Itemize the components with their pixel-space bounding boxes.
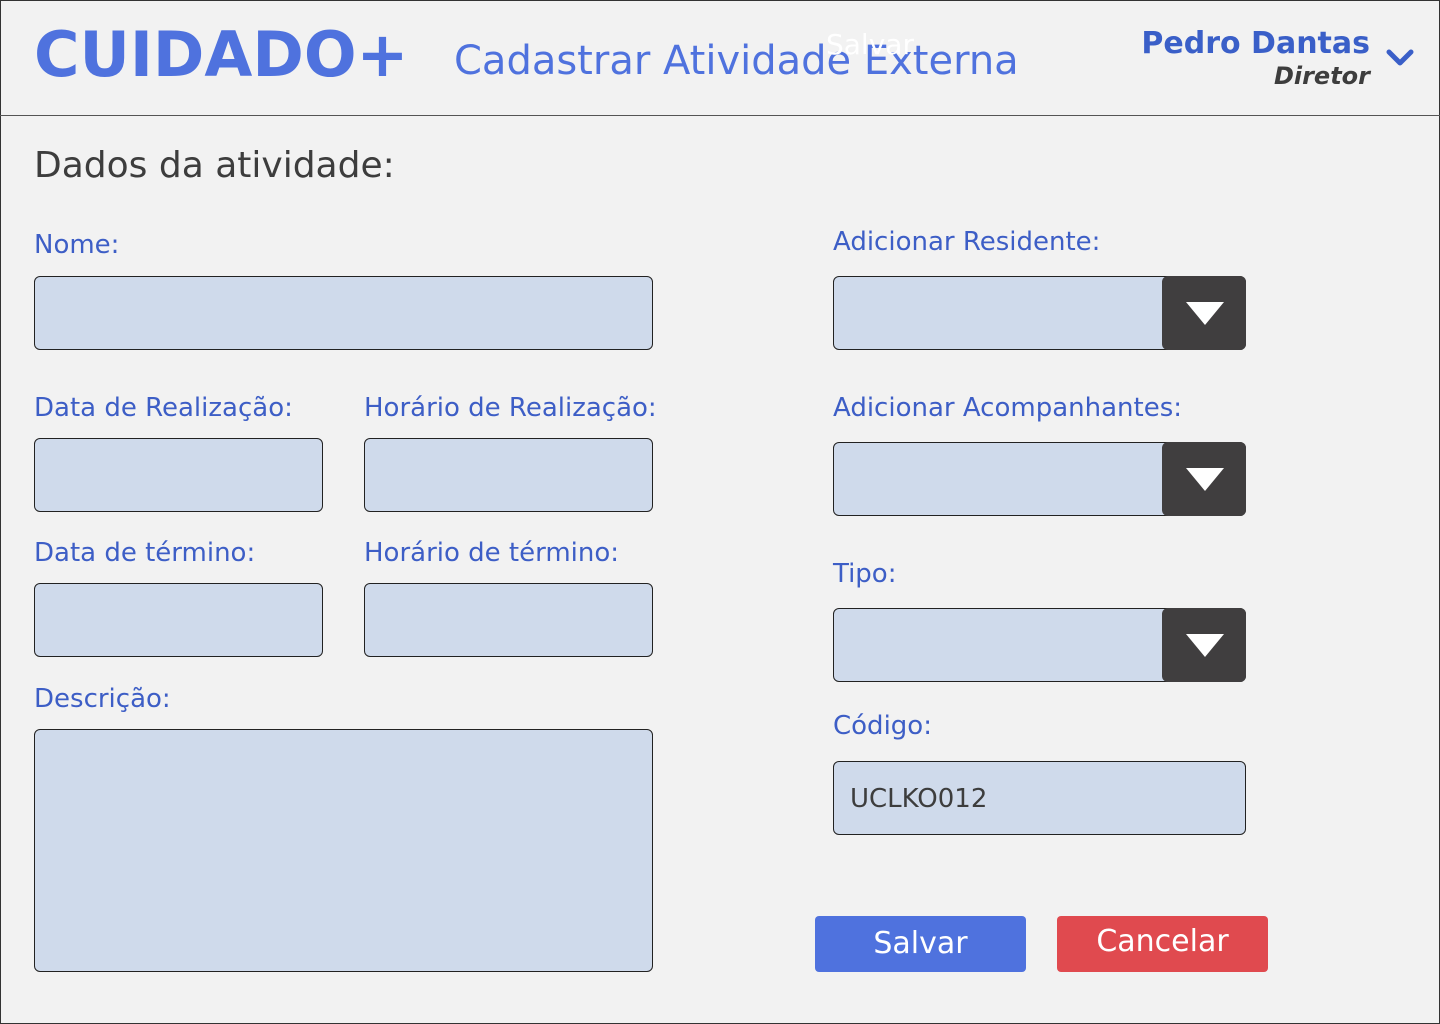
tipo-dropdown-button[interactable] — [1162, 608, 1246, 682]
section-title: Dados da atividade: — [34, 145, 395, 186]
codigo-input[interactable]: UCLKO012 — [833, 761, 1246, 835]
horario-realizacao-label: Horário de Realização: — [364, 393, 657, 423]
nome-label: Nome: — [34, 230, 120, 260]
acompanhantes-label: Adicionar Acompanhantes: — [833, 393, 1183, 423]
triangle-down-icon — [1186, 468, 1224, 491]
data-realizacao-input[interactable] — [34, 438, 323, 512]
user-role: Diretor — [1273, 62, 1370, 90]
residente-dropdown-button[interactable] — [1162, 276, 1246, 350]
horario-termino-input[interactable] — [364, 583, 653, 657]
acompanhantes-dropdown-button[interactable] — [1162, 442, 1246, 516]
acompanhantes-select[interactable] — [833, 442, 1246, 516]
descricao-label: Descrição: — [34, 684, 171, 714]
tipo-label: Tipo: — [833, 559, 897, 589]
nome-input[interactable] — [34, 276, 653, 350]
app-logo[interactable]: CUIDADO+ — [34, 18, 408, 91]
data-termino-input[interactable] — [34, 583, 323, 657]
data-realizacao-label: Data de Realização: — [34, 393, 293, 423]
horario-termino-label: Horário de término: — [364, 538, 620, 568]
residente-label: Adicionar Residente: — [833, 227, 1101, 257]
descricao-textarea[interactable] — [34, 729, 653, 972]
page-title: Cadastrar Atividade Externa — [454, 38, 1019, 84]
residente-select[interactable] — [833, 276, 1246, 350]
app-header: CUIDADO+ Cadastrar Atividade Externa Sal… — [0, 0, 1440, 116]
chevron-down-icon[interactable] — [1386, 46, 1414, 70]
data-termino-label: Data de término: — [34, 538, 256, 568]
codigo-value: UCLKO012 — [850, 784, 988, 814]
codigo-label: Código: — [833, 711, 932, 741]
user-name[interactable]: Pedro Dantas — [1141, 26, 1370, 61]
save-button[interactable]: Salvar — [815, 916, 1026, 972]
tipo-select[interactable] — [833, 608, 1246, 682]
overlay-save-text: Salvar — [826, 28, 914, 61]
triangle-down-icon — [1186, 634, 1224, 657]
triangle-down-icon — [1186, 302, 1224, 325]
horario-realizacao-input[interactable] — [364, 438, 653, 512]
cancel-button[interactable]: Cancelar — [1057, 916, 1268, 972]
